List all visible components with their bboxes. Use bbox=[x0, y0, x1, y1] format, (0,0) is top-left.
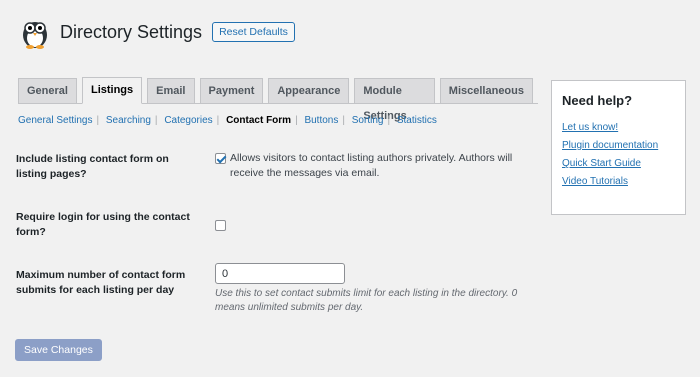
subnav-contact-form: Contact Form bbox=[226, 115, 292, 126]
help-link-let-us-know[interactable]: Let us know! bbox=[562, 122, 675, 133]
help-link-plugin-documentation[interactable]: Plugin documentation bbox=[562, 140, 675, 151]
help-box: Need help? Let us know! Plugin documenta… bbox=[551, 80, 686, 215]
page-title: Directory Settings bbox=[60, 21, 203, 42]
max-submits-description: Use this to set contact submits limit fo… bbox=[215, 288, 518, 313]
separator: | bbox=[154, 115, 158, 126]
help-title: Need help? bbox=[562, 93, 633, 108]
tab-payment[interactable]: Payment bbox=[199, 78, 264, 103]
page-header: Directory Settings Reset Defaults bbox=[20, 14, 295, 50]
require-login-checkbox[interactable] bbox=[215, 220, 226, 231]
help-link-quick-start-guide[interactable]: Quick Start Guide bbox=[562, 158, 675, 169]
separator: | bbox=[387, 115, 391, 126]
separator: | bbox=[295, 115, 298, 126]
tab-general[interactable]: General bbox=[18, 78, 77, 103]
subnav-sorting[interactable]: Sorting bbox=[352, 115, 384, 126]
settings-tabs: General Listings Email Payment Appearanc… bbox=[18, 77, 538, 122]
sub-navigation: General Settings | Searching | Categories |… bbox=[18, 115, 437, 126]
save-changes-button[interactable]: Save Changes bbox=[15, 339, 102, 361]
max-submits-input[interactable] bbox=[215, 263, 345, 284]
separator: | bbox=[96, 115, 100, 126]
tab-module-settings[interactable]: Module Settings bbox=[354, 78, 435, 122]
subnav-searching[interactable]: Searching bbox=[106, 115, 151, 126]
max-submits-label: Maximum number of contact form submits f… bbox=[16, 269, 186, 296]
penguin-logo-icon bbox=[23, 22, 47, 49]
tab-miscellaneous[interactable]: Miscellaneous bbox=[439, 78, 533, 103]
separator: | bbox=[342, 115, 345, 126]
subnav-buttons[interactable]: Buttons bbox=[304, 115, 338, 126]
reset-defaults-button[interactable]: Reset Defaults bbox=[212, 22, 295, 42]
tab-appearance[interactable]: Appearance bbox=[268, 78, 350, 103]
contact-form-description: Allows visitors to contact listing autho… bbox=[230, 152, 513, 179]
require-login-label: Require login for using the contact form… bbox=[16, 211, 190, 238]
tab-listings[interactable]: Listings bbox=[81, 77, 143, 104]
contact-form-label: Include listing contact form on listing … bbox=[16, 153, 169, 180]
help-link-video-tutorials[interactable]: Video Tutorials bbox=[562, 176, 675, 187]
contact-form-checkbox[interactable] bbox=[215, 153, 226, 164]
subnav-statistics[interactable]: Statistics bbox=[397, 115, 437, 126]
subnav-general-settings[interactable]: General Settings bbox=[18, 115, 93, 126]
subnav-categories[interactable]: Categories bbox=[164, 115, 212, 126]
separator: | bbox=[216, 115, 220, 126]
tab-email[interactable]: Email bbox=[147, 78, 195, 103]
